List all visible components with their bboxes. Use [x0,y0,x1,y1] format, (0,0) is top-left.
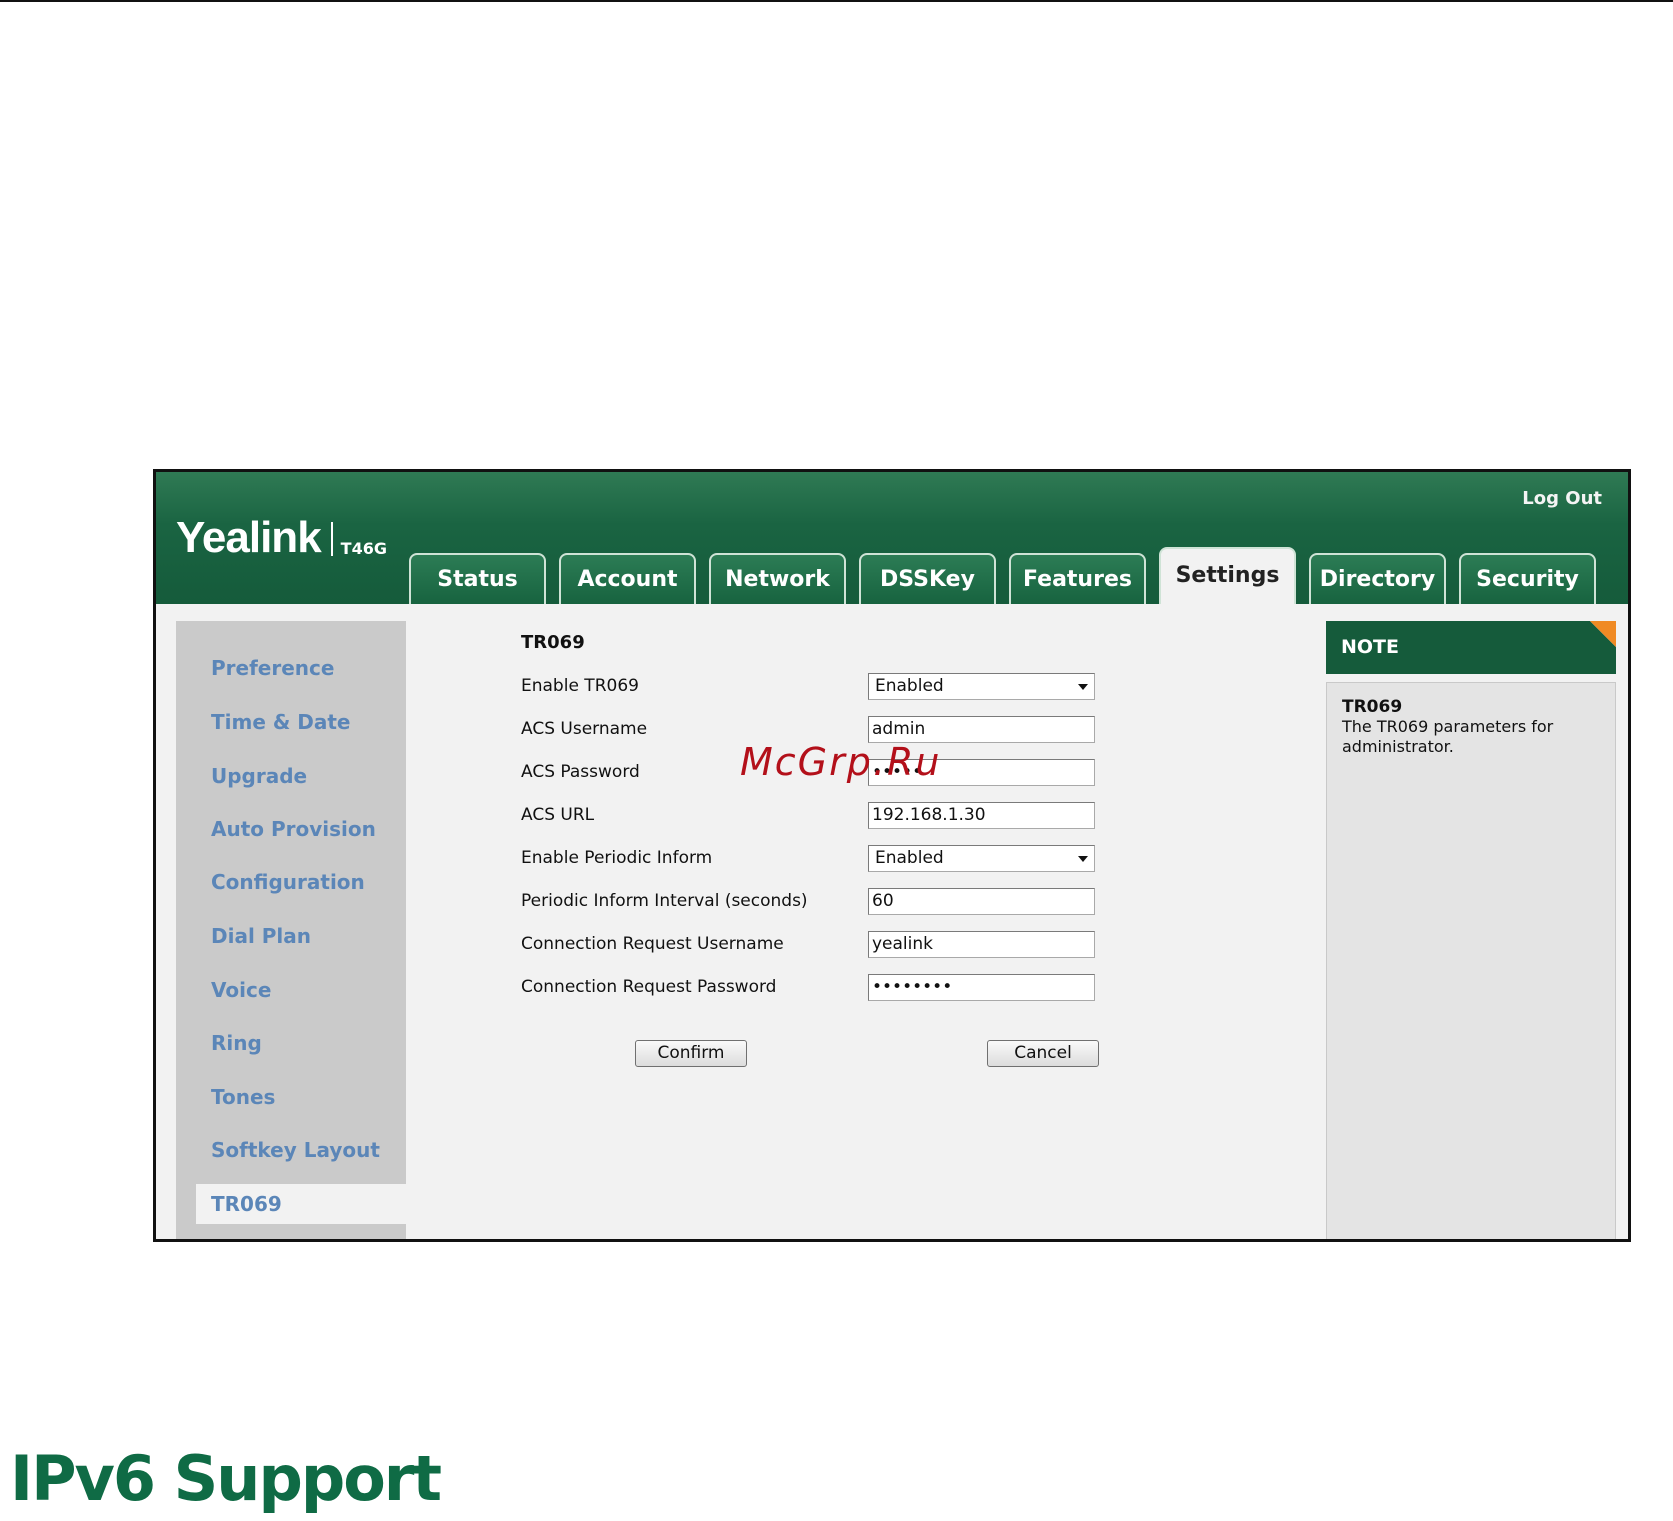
sidebar-item-time-date[interactable]: Time & Date [176,702,426,742]
logo-separator [330,522,333,556]
sidebar-item-configuration[interactable]: Configuration [176,862,426,902]
sidebar-item-dial-plan[interactable]: Dial Plan [176,916,426,956]
label-acs-username: ACS Username [521,719,648,739]
document-heading: IPv6 Support [10,1442,442,1515]
sidebar-item-ring[interactable]: Ring [176,1023,426,1063]
web-ui-window: Log Out Yealink T46G Status Account Netw… [153,469,1631,1242]
tab-network[interactable]: Network [709,553,846,604]
note-panel: NOTE TR069 The TR069 parameters for admi… [1326,621,1616,1239]
header-bar: Log Out Yealink T46G Status Account Netw… [156,472,1628,604]
section-title: TR069 [521,632,585,653]
note-body: TR069 The TR069 parameters for administr… [1326,682,1616,1239]
label-enable-tr069: Enable TR069 [521,676,639,696]
sidebar-item-softkey-layout[interactable]: Softkey Layout [176,1130,426,1170]
tab-settings[interactable]: Settings [1159,547,1296,604]
logo-brand: Yealink [176,513,322,562]
label-connection-request-username: Connection Request Username [521,934,784,954]
note-heading: NOTE [1326,621,1616,674]
logo-model: T46G [340,539,387,558]
logout-link[interactable]: Log Out [1522,488,1602,509]
tab-account[interactable]: Account [559,553,696,604]
note-title: TR069 [1342,697,1403,717]
acs-url-input[interactable]: 192.168.1.30 [868,802,1095,829]
connection-request-password-input[interactable]: •••••••• [868,974,1095,1001]
confirm-button[interactable]: Confirm [635,1040,747,1067]
note-text: The TR069 parameters for administrator. [1342,717,1554,756]
dropdown-arrow-icon [1078,856,1088,862]
note-corner-icon [1590,621,1616,647]
periodic-inform-interval-input[interactable]: 60 [868,888,1095,915]
sidebar-item-tr069[interactable]: TR069 [196,1184,426,1224]
sidebar-item-auto-provision[interactable]: Auto Provision [176,809,426,849]
enable-tr069-select[interactable]: Enabled [868,673,1095,700]
connection-request-username-input[interactable]: yealink [868,931,1095,958]
label-connection-request-password: Connection Request Password [521,977,777,997]
label-periodic-inform-interval: Periodic Inform Interval (seconds) [521,891,808,911]
sidebar-item-upgrade[interactable]: Upgrade [176,756,426,796]
page-top-rule [0,0,1673,2]
acs-username-input[interactable]: admin [868,716,1095,743]
enable-periodic-inform-value: Enabled [875,848,944,868]
tab-security[interactable]: Security [1459,553,1596,604]
enable-tr069-value: Enabled [875,676,944,696]
sidebar-item-tones[interactable]: Tones [176,1077,426,1117]
tab-features[interactable]: Features [1009,553,1146,604]
yealink-logo: Yealink T46G [176,516,387,560]
watermark: McGrp.Ru [740,740,942,784]
tr069-form-panel: TR069 Enable TR069 Enabled ACS Username … [406,604,1478,1239]
cancel-button[interactable]: Cancel [987,1040,1099,1067]
label-acs-password: ACS Password [521,762,640,782]
tab-dsskey[interactable]: DSSKey [859,553,996,604]
sidebar-item-voice[interactable]: Voice [176,970,426,1010]
settings-sidebar: Preference Time & Date Upgrade Auto Prov… [176,621,426,1239]
tab-directory[interactable]: Directory [1309,553,1446,604]
label-acs-url: ACS URL [521,805,595,825]
label-enable-periodic-inform: Enable Periodic Inform [521,848,713,868]
sidebar-item-preference[interactable]: Preference [176,648,426,688]
dropdown-arrow-icon [1078,684,1088,690]
tab-status[interactable]: Status [409,553,546,604]
enable-periodic-inform-select[interactable]: Enabled [868,845,1095,872]
